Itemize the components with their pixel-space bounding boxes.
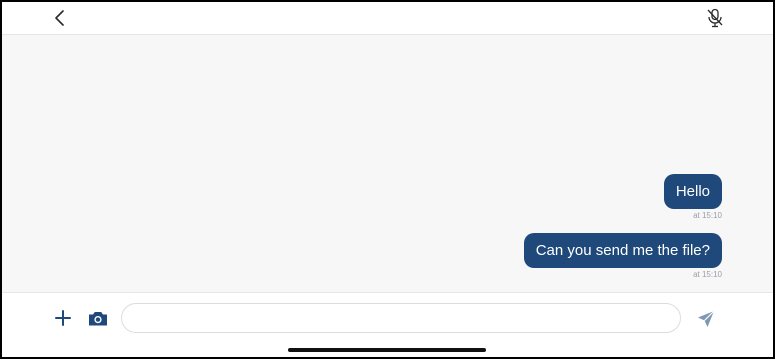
message-bubble[interactable]: Hello [663,174,722,209]
message-list: Hello at 15:10 Can you send me the file?… [2,35,773,292]
add-attachment-button[interactable] [53,308,73,328]
chat-screen: Hello at 15:10 Can you send me the file?… [2,2,773,357]
message-input[interactable] [121,303,681,333]
top-bar [2,2,773,35]
camera-icon [89,311,107,325]
composer-bar [2,292,773,357]
plus-icon [55,310,71,326]
message-bubble[interactable]: Can you send me the file? [523,233,722,268]
back-button[interactable] [50,8,70,28]
mute-microphone-button[interactable] [704,7,726,29]
message-timestamp: at 15:10 [693,211,722,220]
chevron-left-icon [55,10,64,26]
microphone-off-icon [707,8,723,28]
camera-button[interactable] [87,308,109,328]
send-icon [698,310,715,327]
send-button[interactable] [695,308,717,330]
home-indicator[interactable] [288,348,486,352]
message-timestamp: at 15:10 [693,270,722,279]
